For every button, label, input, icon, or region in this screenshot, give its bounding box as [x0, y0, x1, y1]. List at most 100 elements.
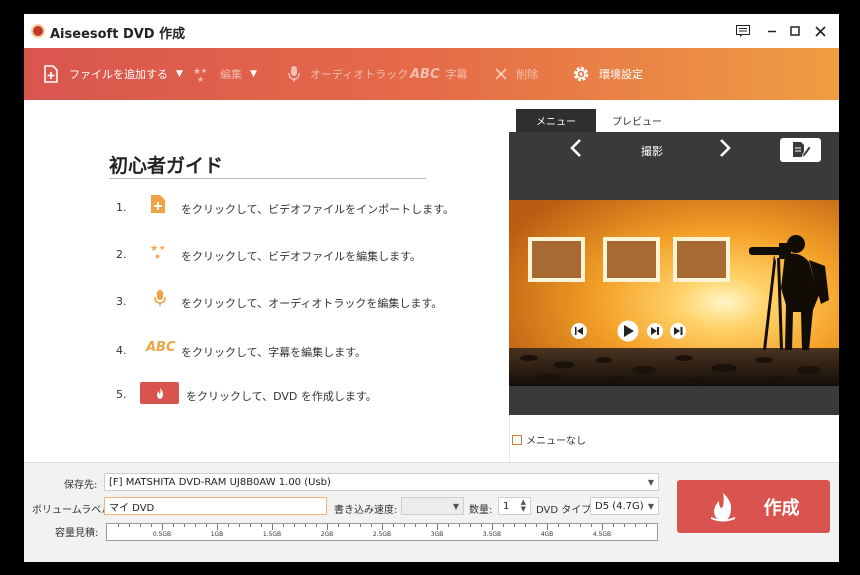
capacity-tick: [525, 524, 526, 527]
svg-text:★: ★: [154, 252, 161, 260]
create-fire-icon[interactable]: [140, 382, 179, 404]
audio-track-button[interactable]: オーディオトラック: [286, 48, 408, 100]
menu-preview-image: [509, 200, 839, 386]
capacity-tick: [173, 524, 174, 527]
dvd-type-value: D5 (4.7G): [595, 500, 644, 512]
destination-label: 保存先:: [64, 480, 98, 491]
volume-label-input[interactable]: マイ DVD: [104, 497, 327, 515]
tab-menu[interactable]: メニュー: [516, 109, 596, 132]
add-file-label: ファイルを追加する: [69, 68, 168, 81]
capacity-tick-label: 0.5GB: [152, 531, 172, 538]
capacity-tick: [272, 524, 273, 530]
microphone-icon[interactable]: [152, 288, 168, 308]
capacity-tick: [635, 524, 636, 527]
abc-subtitle-icon: ABC: [410, 66, 440, 82]
subtitle-label: 字幕: [445, 68, 468, 81]
capacity-tick: [437, 524, 438, 530]
no-menu-label: メニューなし: [526, 436, 586, 447]
edit-menu-button[interactable]: [780, 138, 821, 162]
delete-x-icon: [495, 68, 507, 80]
capacity-meter: 0.5GB 1GB 1.5GB 2GB 2.5GB 3GB 3.5GB 4GB 4.5GB: [106, 523, 658, 541]
close-icon[interactable]: [809, 20, 831, 42]
capacity-tick: [151, 524, 152, 527]
capacity-tick: [580, 524, 581, 527]
capacity-tick-label: 2.5GB: [372, 531, 392, 538]
capacity-tick: [415, 524, 416, 527]
quantity-label: 数量:: [469, 505, 493, 516]
add-file-button[interactable]: ファイルを追加する ▼: [41, 48, 183, 100]
edit-stars-icon: ★ ★★: [193, 67, 207, 83]
delete-button[interactable]: 削除: [494, 48, 538, 100]
capacity-tick: [360, 524, 361, 527]
toolbar: ファイルを追加する ▼ ★ ★ ★ 編集 ▼ オーディオトラック ABC 字幕 削除…: [24, 48, 839, 100]
capacity-tick: [195, 524, 196, 527]
audio-track-label: オーディオトラック: [310, 68, 409, 81]
edit-button[interactable]: ★ ★ ★ 編集 ▼: [192, 48, 257, 100]
chevron-down-icon[interactable]: ▼: [250, 69, 257, 79]
capacity-tick-label: 3GB: [430, 531, 444, 538]
capacity-tick: [613, 524, 614, 527]
capacity-tick: [184, 524, 185, 527]
capacity-tick: [602, 524, 603, 530]
step-number: 1.: [116, 201, 127, 214]
quantity-stepper[interactable]: 1 ▲ ▼: [498, 497, 531, 515]
capacity-tick: [547, 524, 548, 530]
subtitle-button[interactable]: ABC 字幕: [410, 48, 468, 100]
minimize-icon[interactable]: [761, 20, 783, 42]
dvd-type-select[interactable]: D5 (4.7G) ▼: [590, 497, 659, 515]
step-number: 5.: [116, 388, 127, 401]
capacity-tick: [162, 524, 163, 530]
create-dvd-button[interactable]: 作成: [677, 480, 830, 533]
feedback-icon[interactable]: [732, 20, 754, 42]
capacity-label: 容量見積:: [55, 528, 99, 539]
chevron-down-icon: ▼: [647, 502, 654, 511]
next-template-icon[interactable]: [718, 137, 732, 165]
capacity-tick: [261, 524, 262, 527]
write-speed-select[interactable]: ▼: [401, 497, 464, 515]
create-label: 作成: [763, 497, 800, 519]
capacity-tick: [382, 524, 383, 530]
capacity-tick: [371, 524, 372, 527]
add-file-icon[interactable]: [148, 193, 168, 215]
no-menu-checkbox[interactable]: [512, 434, 522, 445]
capacity-tick-label: 1.5GB: [262, 531, 282, 538]
edit-document-icon: [792, 142, 812, 158]
preferences-button[interactable]: 環境設定: [571, 48, 643, 100]
no-menu-option[interactable]: メニューなし: [512, 432, 586, 447]
capacity-tick: [206, 524, 207, 527]
edit-stars-icon[interactable]: ★ ★★: [149, 242, 169, 260]
app-logo-icon: [31, 24, 45, 38]
tab-preview[interactable]: プレビュー: [597, 109, 677, 132]
add-file-icon: [44, 65, 58, 83]
destination-select[interactable]: [F] MATSHITA DVD-RAM UJ8B0AW 1.00 (Usb) …: [104, 473, 659, 491]
edit-label: 編集: [220, 68, 242, 81]
guide-title: 初心者ガイド: [109, 155, 224, 177]
capacity-tick: [250, 524, 251, 527]
prev-template-icon[interactable]: [569, 137, 583, 165]
capacity-tick: [294, 524, 295, 527]
capacity-tick-label: 4GB: [540, 531, 554, 538]
capacity-tick-label: 1GB: [210, 531, 224, 538]
capacity-tick-label: 3.5GB: [482, 531, 502, 538]
maximize-icon[interactable]: [784, 20, 806, 42]
capacity-tick: [426, 524, 427, 527]
quantity-value: 1: [503, 500, 510, 512]
abc-subtitle-icon[interactable]: ABC: [146, 340, 176, 355]
capacity-tick: [129, 524, 130, 527]
chevron-down-icon: ▼: [647, 478, 654, 487]
volume-label-caption: ボリュームラベル:: [32, 505, 115, 516]
capacity-tick: [327, 524, 328, 530]
preview-tabs: メニュー プレビュー: [509, 100, 839, 132]
capacity-tick: [283, 524, 284, 527]
step-text: をクリックして、ビデオファイルをインポートします。: [181, 203, 455, 216]
stepper-arrows-icon[interactable]: ▲ ▼: [521, 499, 526, 513]
capacity-tick: [624, 524, 625, 527]
capacity-tick: [514, 524, 515, 527]
chevron-down-icon: ▼: [452, 502, 459, 511]
capacity-tick: [404, 524, 405, 527]
dvd-type-label: DVD タイプ:: [536, 505, 595, 516]
preferences-label: 環境設定: [599, 68, 643, 81]
fire-icon: [710, 492, 735, 521]
step-text: をクリックして、ビデオファイルを編集します。: [181, 250, 422, 263]
chevron-down-icon[interactable]: ▼: [176, 69, 183, 79]
